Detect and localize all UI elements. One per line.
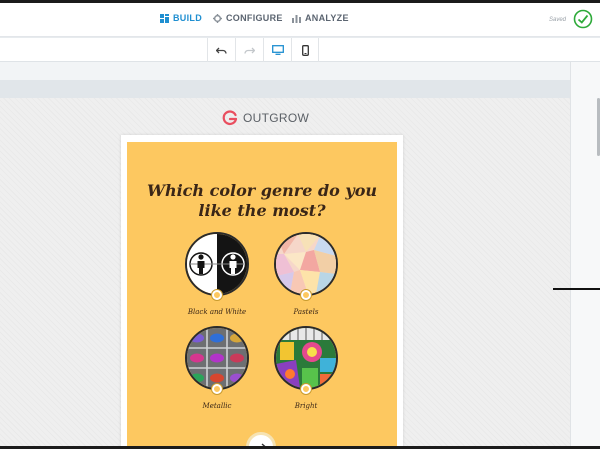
tab-build[interactable]: BUILD xyxy=(160,13,202,23)
quiz-question: Which color genre do you like the most? xyxy=(147,181,377,220)
mobile-icon xyxy=(301,44,309,56)
option-bright[interactable]: Bright xyxy=(261,326,351,416)
metallic-cars-image xyxy=(187,328,247,388)
option-black-and-white[interactable]: Black and White xyxy=(172,232,262,322)
redo-icon xyxy=(244,47,255,54)
vertical-scrollbar[interactable] xyxy=(570,62,600,446)
option-radio[interactable] xyxy=(301,290,311,300)
editor-toolbar xyxy=(0,38,600,62)
option-pastels[interactable]: Pastels xyxy=(261,232,351,322)
option-radio[interactable] xyxy=(301,384,311,394)
option-radio[interactable] xyxy=(212,290,222,300)
build-grid-icon xyxy=(160,13,169,23)
pastel-polygon-image xyxy=(276,234,336,294)
bright-pattern-image xyxy=(276,328,336,388)
tab-configure[interactable]: CONFIGURE xyxy=(213,13,283,23)
saved-check-icon xyxy=(573,9,593,29)
section-strip xyxy=(0,62,570,80)
option-radio[interactable] xyxy=(212,384,222,394)
option-image-pastels[interactable] xyxy=(274,232,338,296)
option-metallic[interactable]: Metallic xyxy=(172,326,262,416)
tab-configure-label: CONFIGURE xyxy=(226,13,283,23)
mobile-view-button[interactable] xyxy=(291,38,319,62)
section-strip-divider xyxy=(0,80,570,98)
black-white-people-icon xyxy=(187,234,247,294)
brand-logo: OUTGROW xyxy=(222,110,309,126)
option-label: Metallic xyxy=(202,402,232,410)
bar-chart-icon xyxy=(292,14,301,23)
outgrow-logo-icon xyxy=(222,110,238,126)
undo-button[interactable] xyxy=(207,38,235,62)
redo-button[interactable] xyxy=(235,38,263,62)
horizontal-rule xyxy=(553,288,600,290)
top-navbar: BUILD CONFIGURE ANALYZE Saved xyxy=(0,3,600,37)
tab-analyze-label: ANALYZE xyxy=(305,13,349,23)
tab-analyze[interactable]: ANALYZE xyxy=(292,13,349,23)
undo-icon xyxy=(216,47,227,54)
tab-build-label: BUILD xyxy=(173,13,202,23)
saved-status: Saved xyxy=(549,17,567,23)
gear-icon xyxy=(213,13,222,23)
option-image-metallic[interactable] xyxy=(185,326,249,390)
brand-name: OUTGROW xyxy=(243,111,310,125)
option-image-black-white[interactable] xyxy=(185,232,249,296)
option-label: Pastels xyxy=(293,308,319,316)
option-label: Black and White xyxy=(187,308,247,316)
option-label: Bright xyxy=(294,402,318,410)
desktop-view-button[interactable] xyxy=(263,38,291,62)
option-image-bright[interactable] xyxy=(274,326,338,390)
desktop-icon xyxy=(271,45,284,55)
